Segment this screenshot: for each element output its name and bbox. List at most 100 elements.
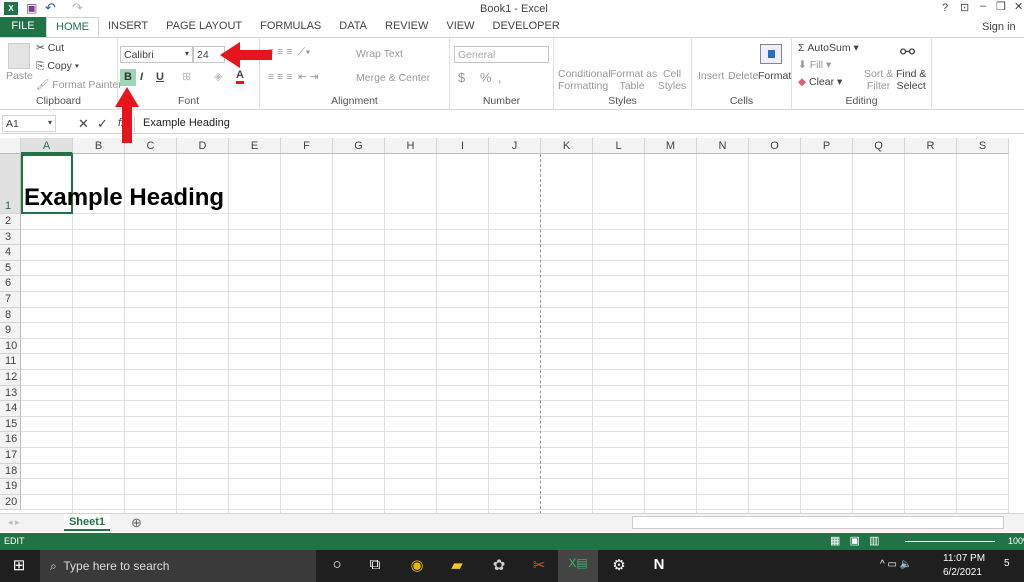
column-header-R[interactable]: R — [905, 138, 957, 154]
clear-button[interactable]: ◆ Clear ▾ — [798, 76, 842, 88]
row-header-6[interactable]: 6 — [0, 276, 21, 292]
row-header-18[interactable]: 18 — [0, 463, 21, 480]
font-name-select[interactable]: Calibri ▾ — [120, 46, 193, 63]
file-explorer-icon[interactable]: ▰ — [446, 556, 468, 576]
row-header-8[interactable]: 8 — [0, 307, 21, 324]
column-header-G[interactable]: G — [333, 138, 385, 154]
underline-button[interactable]: U — [156, 71, 164, 83]
percent-button[interactable]: % — [480, 70, 492, 85]
view-buttons[interactable]: ▦ ▣ ▥ — [830, 534, 880, 547]
taskbar-search[interactable]: ⌕ Type here to search — [40, 550, 316, 582]
column-header-K[interactable]: K — [541, 138, 593, 154]
redo-icon[interactable]: ↷ — [72, 0, 83, 16]
new-sheet-icon[interactable]: ⊕ — [131, 515, 142, 531]
format-painter-button[interactable]: 🖌 Format Painter — [36, 78, 122, 91]
column-header-J[interactable]: J — [489, 138, 541, 154]
close-icon[interactable]: ✕ — [1014, 0, 1023, 13]
format-button[interactable]: Format — [758, 70, 791, 82]
row-header-4[interactable]: 4 — [0, 245, 21, 261]
column-header-F[interactable]: F — [281, 138, 333, 154]
task-view-icon[interactable]: ⧉ — [364, 556, 386, 576]
excel-taskbar-button[interactable]: X▤ — [558, 550, 598, 582]
column-header-B[interactable]: B — [73, 138, 125, 154]
column-header-O[interactable]: O — [749, 138, 801, 154]
delete-button[interactable]: Delete — [728, 70, 758, 82]
comma-button[interactable]: , — [498, 70, 502, 85]
cell-styles-button[interactable]: Cell Styles — [656, 68, 688, 92]
column-header-A[interactable]: A — [21, 138, 73, 154]
borders-icon[interactable]: ⊞ — [182, 70, 191, 83]
column-header-I[interactable]: I — [437, 138, 489, 154]
wrap-text-button[interactable]: Wrap Text — [356, 48, 403, 60]
align-top-icons[interactable]: ≡ ≡ ≡ ⟋▾ — [268, 46, 311, 59]
spreadsheet-grid[interactable]: A B C D E F G H I J K L M N O P Q R S 1 2 3 4 5 6 7 8 9 10 11 12 13 14 15… — [0, 138, 1024, 513]
column-header-M[interactable]: M — [645, 138, 697, 154]
row-header-20[interactable]: 20 — [0, 494, 21, 511]
italic-button[interactable]: I — [140, 71, 143, 83]
tab-page-layout[interactable]: PAGE LAYOUT — [157, 17, 251, 37]
copy-button[interactable]: ⎘ Copy ▾ — [36, 60, 79, 73]
tab-file[interactable]: FILE — [0, 17, 46, 37]
cortana-icon[interactable]: ○ — [326, 556, 348, 576]
autosum-button[interactable]: Σ AutoSum ▾ — [798, 42, 859, 54]
chrome-icon[interactable]: ◉ — [406, 556, 428, 576]
column-header-E[interactable]: E — [229, 138, 281, 154]
conditional-formatting-button[interactable]: Conditional Formatting — [558, 68, 611, 92]
bold-button[interactable]: B — [120, 69, 136, 86]
cut-button[interactable]: ✂ Cut — [36, 42, 64, 54]
column-header-N[interactable]: N — [697, 138, 749, 154]
column-header-P[interactable]: P — [801, 138, 853, 154]
help-button[interactable]: ? — [942, 2, 948, 14]
tab-insert[interactable]: INSERT — [99, 17, 157, 37]
undo-icon[interactable]: ↶ — [45, 0, 56, 16]
windows-start-icon[interactable]: ⊞ — [8, 556, 30, 576]
row-header-7[interactable]: 7 — [0, 292, 21, 308]
minimize-icon[interactable]: – — [980, 0, 986, 12]
row-header-17[interactable]: 17 — [0, 448, 21, 464]
restore-icon[interactable]: ❐ — [996, 0, 1006, 13]
save-icon[interactable]: ▣ — [26, 1, 37, 15]
insert-button[interactable]: Insert — [698, 70, 724, 82]
row-header-13[interactable]: 13 — [0, 385, 21, 402]
enter-icon[interactable]: ✓ — [97, 116, 108, 132]
row-header-16[interactable]: 16 — [0, 432, 21, 448]
column-header-D[interactable]: D — [177, 138, 229, 154]
sort-filter-button[interactable]: Sort & Filter — [864, 68, 893, 92]
fill-color-icon[interactable]: ◈ — [214, 70, 222, 83]
row-header-5[interactable]: 5 — [0, 260, 21, 277]
tab-formulas[interactable]: FORMULAS — [251, 17, 330, 37]
paste-button[interactable]: Paste — [6, 70, 33, 82]
row-header-10[interactable]: 10 — [0, 338, 21, 355]
name-box[interactable]: A1 ▾ — [2, 115, 56, 132]
paint-icon[interactable]: ✿ — [488, 556, 510, 576]
snipping-tool-icon[interactable]: ✂ — [528, 556, 550, 576]
row-header-11[interactable]: 11 — [0, 354, 21, 370]
align-horizontal-icons[interactable]: ≡ ≡ ≡ ⇤ ⇥ — [268, 71, 319, 83]
select-all-corner[interactable] — [0, 138, 21, 154]
number-format-select[interactable]: General — [454, 46, 549, 63]
notifications-badge[interactable]: 5 — [1004, 558, 1010, 569]
format-as-table-button[interactable]: Format as Table — [610, 68, 657, 92]
settings-icon[interactable]: ⚙ — [608, 556, 630, 576]
column-header-H[interactable]: H — [385, 138, 437, 154]
system-tray-icons[interactable]: ^ ▭ 🔈 — [880, 559, 912, 570]
format-cells-icon[interactable] — [760, 44, 782, 64]
row-header-15[interactable]: 15 — [0, 416, 21, 433]
sheet-tab[interactable]: Sheet1 — [64, 514, 110, 531]
row-header-14[interactable]: 14 — [0, 401, 21, 417]
formula-input[interactable]: Example Heading — [134, 115, 1024, 132]
tab-review[interactable]: REVIEW — [376, 17, 437, 37]
row-header-19[interactable]: 19 — [0, 479, 21, 495]
row-header-1[interactable]: 1 — [0, 154, 21, 214]
column-header-C[interactable]: C — [125, 138, 177, 154]
find-select-button[interactable]: Find & Select — [896, 68, 926, 92]
cancel-icon[interactable]: ✕ — [78, 116, 89, 132]
paste-icon[interactable] — [8, 43, 30, 69]
sheet-scroll-arrows[interactable]: ◂ ▸ — [8, 517, 20, 528]
column-header-Q[interactable]: Q — [853, 138, 905, 154]
horizontal-scrollbar[interactable] — [632, 516, 1004, 529]
tab-home[interactable]: HOME — [46, 17, 99, 37]
currency-button[interactable]: $ — [458, 70, 465, 85]
row-header-9[interactable]: 9 — [0, 323, 21, 339]
row-header-2[interactable]: 2 — [0, 214, 21, 230]
